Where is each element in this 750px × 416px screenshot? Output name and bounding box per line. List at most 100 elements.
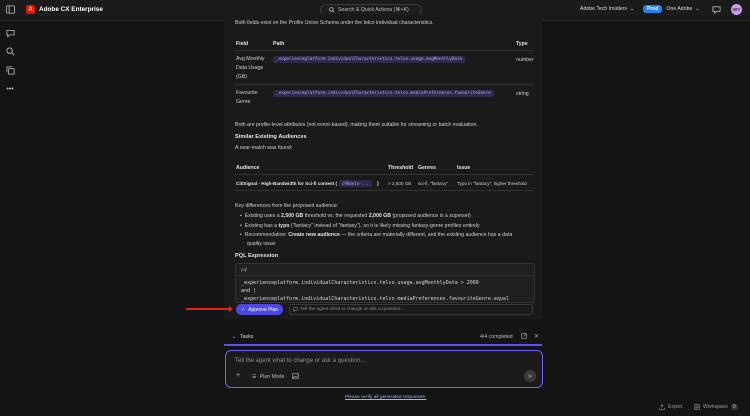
chat-icon[interactable]	[5, 28, 15, 38]
workspace-button[interactable]: Workspace 0	[694, 404, 738, 410]
plan-mode-toggle[interactable]: ☰ Plan Mode	[252, 374, 284, 380]
divider	[235, 190, 533, 191]
field-type: number	[516, 57, 534, 63]
bullet-text: Recommendation:	[244, 232, 289, 238]
pql-code-block[interactable]: pql _experienceplatform.individualCharac…	[235, 263, 535, 303]
field-name: (GB)	[236, 74, 247, 80]
tasks-bar[interactable]: ⌄ Tasks 4/4 completed ✕	[224, 330, 542, 346]
avatar[interactable]: WV	[731, 4, 742, 15]
code-line: _experienceplatform.individualCharacteri…	[241, 296, 509, 302]
inline-input-placeholder: Tell the agent what to change or ask a q…	[300, 307, 405, 312]
org-name: Adobe Tech Insiders	[580, 6, 627, 12]
bullet-text: Existing has a	[244, 223, 279, 229]
field-name: Favourite	[236, 90, 258, 96]
threshold-header: Threshold	[388, 165, 414, 171]
workspace-icon	[694, 404, 700, 410]
audience-header: Audience	[236, 165, 260, 171]
expand-icon[interactable]	[521, 333, 527, 341]
audience-issue: Typo in "fantacy"; higher threshold	[457, 181, 527, 186]
copy-icon[interactable]	[5, 65, 15, 75]
field-name: Genre	[236, 99, 251, 105]
app-brand[interactable]: A Adobe CX Enterprise	[26, 5, 103, 14]
env-badge: Prod	[643, 5, 663, 13]
bullet-emphasis: Create new audience	[288, 232, 340, 238]
tasks-label: Tasks	[240, 334, 254, 340]
workspace-label: Workspace	[703, 404, 728, 410]
message-icon	[293, 307, 298, 314]
bullet-text: ("fantacy" instead of "fantasy"), so it …	[289, 223, 480, 229]
issue-header: Issue	[457, 165, 471, 171]
type-header: Type	[516, 41, 528, 47]
verify-responses-link[interactable]: Please verify all generated responses.	[345, 395, 426, 400]
notifications-icon[interactable]	[712, 5, 721, 14]
more-icon[interactable]: •••	[5, 84, 15, 94]
audience-id[interactable]: c98de1e-...	[339, 180, 372, 187]
approve-plan-button[interactable]: ✓ Approve Plan	[236, 304, 283, 315]
divider	[235, 84, 533, 85]
export-label: Export	[668, 404, 683, 410]
left-rail: •••	[0, 21, 20, 416]
list-item: • Existing uses a 2,500 GB threshold vs.…	[240, 213, 471, 219]
path-header: Path	[273, 41, 285, 47]
org-switcher[interactable]: Adobe Tech Insiders ⌄	[580, 6, 634, 12]
divider	[235, 174, 533, 175]
export-button[interactable]: Export	[659, 404, 682, 410]
list-icon: ☰	[252, 374, 257, 380]
composer-placeholder: Tell the agent what to change or ask a q…	[235, 358, 366, 364]
audience-name: CitiSignal - High-Bandwidth for Sci-fi c…	[236, 181, 338, 186]
divider	[236, 275, 534, 276]
bullet-continuation: quality issue	[247, 241, 276, 247]
near-match-text: A near-match was found:	[235, 145, 293, 151]
field-path: _experienceplatform.individualCharacteri…	[273, 90, 494, 97]
add-attachment-icon[interactable]: +	[236, 372, 240, 379]
genres-header: Genres	[418, 165, 436, 171]
code-line: and (	[241, 288, 257, 294]
bullet-text: Existing uses a	[244, 213, 282, 219]
app-title: Adobe CX Enterprise	[39, 6, 103, 13]
bullet-text: (proposed audience is a superset)	[390, 213, 471, 219]
audience-threshold: > 2,500 GB	[388, 181, 412, 186]
bullet-emphasis: typo	[278, 223, 290, 229]
list-item: • Existing has a typo ("fantacy" instead…	[240, 223, 480, 229]
bullet-emphasis: 2,500 GB	[281, 213, 304, 219]
workspace-count-badge: 0	[730, 404, 738, 410]
code-line: _experienceplatform.individualCharacteri…	[241, 280, 479, 286]
field-header: Field	[236, 41, 249, 47]
sidebar-toggle-icon[interactable]	[6, 5, 15, 14]
search-icon[interactable]	[5, 46, 15, 56]
send-icon: ➤	[527, 373, 533, 380]
annotation-arrow	[186, 306, 233, 311]
approve-plan-label: Approve Plan	[248, 306, 279, 313]
close-icon[interactable]: ✕	[534, 333, 539, 340]
chevron-down-icon: ⌄	[695, 6, 700, 12]
code-language-label: pql	[241, 267, 248, 272]
similar-audiences-heading: Similar Existing Audiences	[235, 134, 307, 140]
bullet-emphasis: 2,000 GB	[368, 213, 391, 219]
field-type: string	[516, 91, 529, 97]
export-icon	[659, 404, 665, 410]
send-button[interactable]: ➤	[524, 370, 536, 382]
chevron-down-icon[interactable]: ⌄	[232, 334, 236, 340]
list-item: • Recommendation: Create new audience — …	[240, 232, 512, 238]
search-icon	[329, 7, 335, 13]
field-path: _experienceplatform.individualCharacteri…	[273, 56, 466, 63]
intro-text: Both fields exist on the Profile Union S…	[235, 20, 434, 26]
chevron-down-icon: ⌄	[629, 6, 635, 12]
field-name: Data Usage	[236, 65, 264, 71]
sandbox-name: One Adobe	[666, 6, 693, 12]
search-placeholder: Search & Quick Actions (⌘+K)	[338, 7, 409, 13]
tasks-status: 4/4 completed	[480, 334, 513, 340]
sandbox-switcher[interactable]: Prod One Adobe ⌄	[643, 5, 700, 13]
audience-close: )	[377, 181, 379, 187]
chat-composer[interactable]: Tell the agent what to change or ask a q…	[225, 350, 543, 388]
bullet-text: threshold vs. the requested	[303, 213, 369, 219]
profile-note: Both are profile-level attributes (not e…	[235, 122, 478, 128]
pql-heading: PQL Expression	[235, 253, 279, 259]
inline-feedback-input[interactable]: Tell the agent what to change or ask a q…	[289, 304, 533, 315]
check-icon: ✓	[240, 306, 246, 313]
divider	[235, 50, 533, 51]
image-icon[interactable]	[292, 373, 299, 381]
bullet-text: — the criteria are materially different,…	[339, 232, 513, 238]
field-name: Avg Monthly	[236, 56, 265, 62]
audience-genres: sci-fi, "fantacy"	[418, 181, 449, 186]
